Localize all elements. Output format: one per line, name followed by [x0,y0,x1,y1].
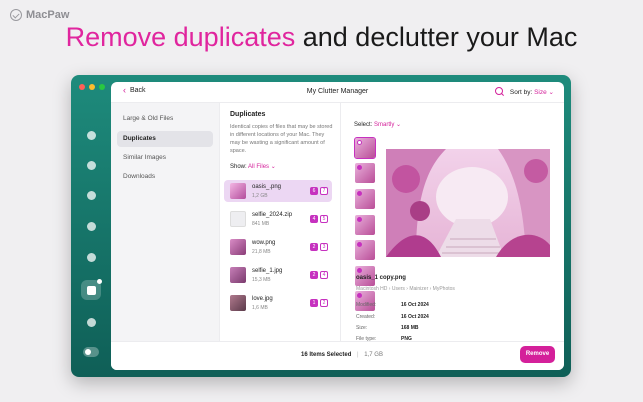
created-value: 16 Oct 2024 [401,314,429,320]
zip-file-icon [230,211,246,227]
brand: MacPaw [10,9,69,21]
total-count-badge: 3 [320,243,328,251]
footer-bar: 16 Items Selected | 1,7 GB Remove [111,341,564,370]
select-label: Select: [354,122,373,128]
select-mode[interactable]: Select: Smartly ⌄ [354,121,401,128]
file-thumbnail [230,267,246,283]
file-thumbnail [230,183,246,199]
copy-thumbnail[interactable] [355,240,375,260]
toggle-icon[interactable] [83,347,99,357]
notification-dot [97,279,102,284]
size-value: 168 MB [401,325,419,331]
duplicates-description: Identical copies of files that may be st… [230,124,333,154]
file-name: oasis_.png [252,184,282,190]
items-selected: 16 Items Selected [301,352,352,358]
size-label: Size: [356,325,368,331]
sidebar-item-large-old-files[interactable]: Large & Old Files [117,111,213,127]
total-count-badge: 4 [320,271,328,279]
modified-label: Modified: [356,302,377,308]
sort-control[interactable]: Sort by: Size ⌄ [510,88,554,96]
window-icon[interactable] [81,312,101,332]
select-value: Smartly [374,122,395,128]
sidebar-item-downloads[interactable]: Downloads [117,169,213,185]
duplicates-title: Duplicates [230,111,266,118]
file-name: selfie_1.jpg [252,268,283,274]
headline-rest: and declutter your Mac [302,22,578,52]
selected-count-badge: 6 [310,187,318,195]
file-size: 15,3 MB [252,277,271,283]
sort-value: Size [534,89,547,96]
tool-rail [71,75,111,377]
file-size: 1,2 GB [252,193,268,199]
folder-icon[interactable] [81,279,102,300]
selection-summary: 16 Items Selected | 1,7 GB [301,352,383,358]
sidebar: Large & Old Files Duplicates Similar Ima… [111,103,220,341]
show-value: All Files [248,164,270,170]
copy-checkbox[interactable] [357,268,362,273]
file-row[interactable]: oasis_.png 1,2 GB 67 [224,180,332,202]
divider: | [357,352,359,358]
file-row[interactable]: wow.png 21,8 MB 23 [224,236,332,258]
headline-accent: Remove duplicates [65,22,296,52]
storage-icon[interactable] [81,155,101,175]
copy-checkbox[interactable] [357,140,362,145]
chevron-down-icon: ⌄ [396,122,402,128]
copy-thumbnail[interactable] [355,291,375,311]
created-label: Created: [356,314,376,320]
macpaw-check-icon [10,9,22,21]
file-row[interactable]: love.jpg 1,6 MB 12 [224,292,332,314]
brand-name: MacPaw [26,9,70,21]
search-icon[interactable] [495,87,503,95]
sidebar-item-duplicates[interactable]: Duplicates [117,131,213,147]
copy-thumbnail[interactable] [355,215,375,235]
copy-checkbox[interactable] [357,191,362,196]
detail-file-path: Macintosh HD › Users › Mainizer › MyPhot… [356,286,455,292]
file-size: 21,8 MB [252,249,271,255]
copy-thumbnail[interactable] [355,189,375,209]
headline: Remove duplicates and declutter your Mac [0,22,643,53]
bolt-icon[interactable] [81,216,101,236]
sidebar-item-similar-images[interactable]: Similar Images [117,150,213,166]
modified-value: 16 Oct 2024 [401,302,429,308]
detail-file-name: oasis_1 copy.png [356,275,406,281]
selected-count-badge: 4 [310,215,318,223]
hand-icon[interactable] [81,185,101,205]
file-size: 1,6 MB [252,305,268,311]
chevron-down-icon: ⌄ [548,89,554,96]
file-thumbnail [230,295,246,311]
copy-checkbox[interactable] [357,293,362,298]
sort-label: Sort by: [509,89,533,96]
file-detail-panel: Select: Smartly ⌄ oasis_1 copy.png Macin… [341,103,564,342]
file-size: 841 MB [252,221,270,227]
app-window: ‹ Back My Clutter Manager Sort by: Size … [71,75,571,377]
selected-count-badge: 1 [310,299,318,307]
selected-count-badge: 2 [310,271,318,279]
toolbar: ‹ Back My Clutter Manager Sort by: Size … [111,82,564,103]
selected-size: 1,7 GB [364,352,383,358]
app-panel: ‹ Back My Clutter Manager Sort by: Size … [111,82,564,370]
copy-thumbnail[interactable] [355,163,375,183]
file-thumbnail [230,239,246,255]
file-name: wow.png [252,240,276,246]
chevron-down-icon: ⌄ [270,164,276,170]
file-name: love.jpg [252,296,273,302]
total-count-badge: 2 [320,299,328,307]
duplicates-list-panel: Duplicates Identical copies of files tha… [220,103,341,341]
total-count-badge: 7 [320,187,328,195]
total-count-badge: 5 [320,215,328,223]
files-icon[interactable] [81,125,101,145]
show-filter[interactable]: Show: All Files ⌄ [230,163,276,170]
selected-count-badge: 2 [310,243,318,251]
file-row[interactable]: selfie_1.jpg 15,3 MB 24 [224,264,332,286]
copy-thumbnail[interactable] [354,137,376,159]
image-preview [386,149,550,257]
copy-checkbox[interactable] [357,165,362,170]
show-label: Show: [230,164,247,170]
remove-button[interactable]: Remove [520,346,555,363]
copy-checkbox[interactable] [357,242,362,247]
file-name: selfie_2024.zip [252,212,293,218]
app-store-icon[interactable] [81,247,101,267]
copy-checkbox[interactable] [357,217,362,222]
file-row[interactable]: selfie_2024.zip 841 MB 45 [224,208,332,230]
